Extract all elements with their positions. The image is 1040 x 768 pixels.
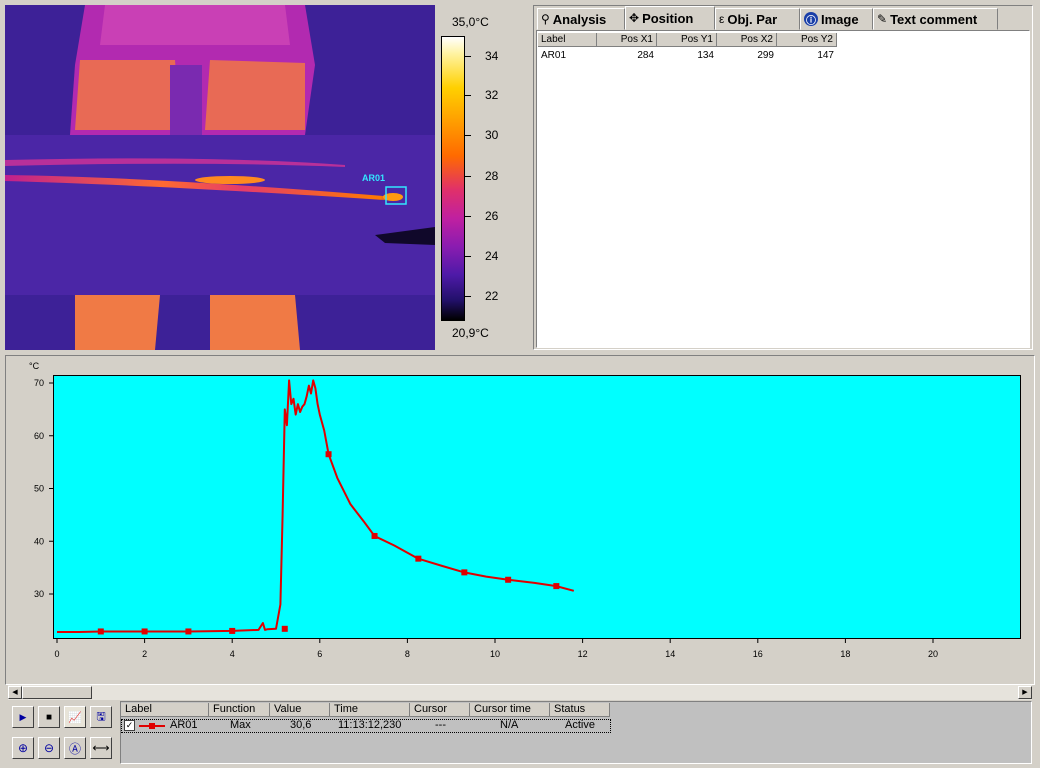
data-marker <box>505 576 512 583</box>
legend-cell: 30,6 <box>290 719 312 731</box>
legend-cell: Active <box>565 719 595 731</box>
data-marker <box>229 627 236 634</box>
data-marker <box>281 625 288 632</box>
data-marker <box>185 628 192 635</box>
stop-icon: ■ <box>45 711 53 723</box>
play-button[interactable]: ▶ <box>12 706 34 728</box>
legend-cell: 11:13:12,230 <box>338 719 402 731</box>
x-tick-label: 0 <box>54 649 59 659</box>
x-tick-label: 10 <box>490 649 500 659</box>
scroll-left-button[interactable]: ◀ <box>8 686 22 699</box>
column-header[interactable]: Time <box>330 703 410 717</box>
scroll-right-button[interactable]: ▶ <box>1018 686 1032 699</box>
column-header[interactable]: Cursor <box>410 703 470 717</box>
x-tick-label: 16 <box>753 649 763 659</box>
horizontal-scrollbar[interactable] <box>8 685 1032 700</box>
y-tick-label: 40 <box>34 536 44 546</box>
zoom-in-button[interactable]: ⊕ <box>12 737 34 759</box>
x-tick-label: 14 <box>665 649 675 659</box>
zoom-reset-icon: Ⓐ <box>68 741 81 756</box>
data-marker <box>97 628 104 635</box>
chart-export-icon: 🖫 <box>96 710 106 723</box>
chart-settings-button[interactable]: 📈 <box>64 706 86 728</box>
data-marker <box>553 583 560 590</box>
data-marker <box>415 555 422 562</box>
legend-cell: N/A <box>500 719 519 731</box>
chart-export-button[interactable]: 🖫 <box>90 706 112 728</box>
legend-cell: --- <box>435 719 446 731</box>
zoom-reset-button[interactable]: Ⓐ <box>64 737 86 759</box>
column-header[interactable]: Cursor time <box>470 703 550 717</box>
y-tick-label: 70 <box>34 378 44 388</box>
temperature-chart: 0 2 4 6 8 10 12 14 16 18 20 30 40 50 60 70 <box>34 378 938 659</box>
x-tick-label: 4 <box>230 649 235 659</box>
y-tick-label: 30 <box>34 589 44 599</box>
zoom-out-icon: ⊖ <box>43 741 55 755</box>
x-tick-label: 18 <box>840 649 850 659</box>
chart-settings-icon: 📈 <box>68 711 82 724</box>
column-header[interactable]: Value <box>270 703 330 717</box>
zoom-out-button[interactable]: ⊖ <box>38 737 60 759</box>
column-header[interactable]: Label <box>121 703 209 717</box>
data-marker <box>371 532 378 539</box>
series-checkbox[interactable]: ✓ <box>124 720 135 731</box>
x-tick-label: 6 <box>317 649 322 659</box>
series-swatch-marker <box>149 723 155 729</box>
fit-width-icon: ⟷ <box>92 741 110 755</box>
x-tick-label: 8 <box>405 649 410 659</box>
x-tick-label: 12 <box>578 649 588 659</box>
fit-width-button[interactable]: ⟷ <box>90 737 112 759</box>
column-header[interactable]: Status <box>550 703 610 717</box>
data-marker <box>325 451 332 458</box>
column-header[interactable]: Function <box>209 703 270 717</box>
legend-cell: Max <box>230 719 251 731</box>
data-marker <box>141 628 148 635</box>
zoom-in-icon: ⊕ <box>17 741 29 755</box>
play-icon: ▶ <box>19 711 27 722</box>
y-tick-label: 50 <box>34 484 44 494</box>
x-tick-label: 2 <box>142 649 147 659</box>
y-tick-label: 60 <box>34 431 44 441</box>
series-line <box>57 379 575 633</box>
legend-cell: AR01 <box>170 719 198 731</box>
x-tick-label: 20 <box>928 649 938 659</box>
stop-button[interactable]: ■ <box>38 706 60 728</box>
data-marker <box>461 569 468 576</box>
scroll-thumb[interactable] <box>22 686 92 699</box>
